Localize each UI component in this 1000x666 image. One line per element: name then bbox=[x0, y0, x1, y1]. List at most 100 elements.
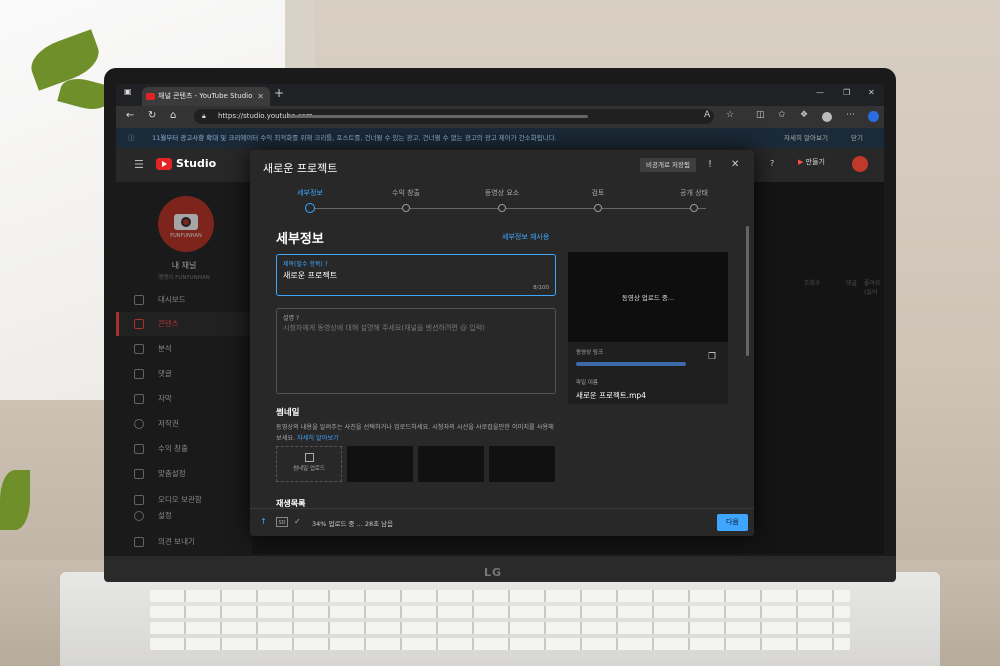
description-field[interactable]: 설명 ? 시청자에게 동영상에 대해 설명해 주세요(채널을 멘션하려면 @ 입… bbox=[276, 308, 556, 394]
sidebar-item-monetization[interactable]: 수익 창출 bbox=[116, 437, 252, 461]
title-field-label: 제목(필수 항목) ? bbox=[283, 261, 328, 268]
sidebar-item-dashboard[interactable]: 대시보드 bbox=[116, 288, 252, 312]
analytics-icon bbox=[134, 344, 144, 354]
video-link-blurred[interactable] bbox=[576, 362, 686, 366]
feedback-icon bbox=[134, 537, 144, 547]
filename-value: 새로운 프로젝트.mp4 bbox=[576, 391, 646, 400]
sd-badge: SD bbox=[276, 517, 288, 527]
dollar-icon bbox=[134, 444, 144, 454]
key-row bbox=[150, 622, 850, 634]
video-preview-card: 동영상 업로드 중... 동영상 링크 ❐ 파일 이름 새로운 프로젝트.mp4 bbox=[568, 252, 728, 404]
sidebar-item-label: 설정 bbox=[158, 511, 172, 520]
banner-more-link[interactable]: 자세히 알아보기 bbox=[784, 128, 828, 148]
auto-thumbnail-2[interactable] bbox=[418, 446, 484, 482]
create-button[interactable]: ▶︎ 만들기 bbox=[798, 157, 825, 167]
dialog-scrollbar[interactable] bbox=[746, 226, 749, 356]
thumbnail-upload-button[interactable]: 썸네일 업로드 bbox=[276, 446, 342, 482]
minimize-button[interactable]: — bbox=[816, 88, 824, 97]
back-icon[interactable]: ← bbox=[126, 110, 134, 121]
sidebar-item-subtitles[interactable]: 자막 bbox=[116, 387, 252, 411]
sidebar-item-analytics[interactable]: 분석 bbox=[116, 337, 252, 361]
info-banner: ⓘ 11월부터 광고사항 확대 및 크리에이터 수익 최적화를 위해 크리틀, … bbox=[116, 128, 884, 148]
step-visibility[interactable]: 공개 상태 bbox=[680, 188, 708, 198]
new-tab-button[interactable]: + bbox=[274, 86, 284, 100]
copyright-icon bbox=[134, 419, 144, 429]
sidebar-item-copyright[interactable]: 저작권 bbox=[116, 412, 252, 436]
create-button-label: 만들기 bbox=[805, 158, 825, 166]
account-avatar[interactable] bbox=[852, 156, 868, 172]
section-title: 세부정보 bbox=[276, 232, 324, 247]
help-icon[interactable]: ? bbox=[296, 315, 299, 322]
dashboard-icon bbox=[134, 295, 144, 305]
reuse-details-link[interactable]: 세부정보 재사용 bbox=[502, 232, 549, 242]
dialog-title: 새로운 프로젝트 bbox=[263, 162, 338, 175]
description-placeholder: 시청자에게 동영상에 대해 설명해 주세요(채널을 멘션하려면 @ 입력) bbox=[283, 324, 485, 332]
split-screen-icon[interactable]: ◫ bbox=[756, 110, 765, 120]
step-video-elements[interactable]: 동영상 요소 bbox=[485, 188, 519, 198]
address-bar: ← ↻ ⌂ 🔒︎ https://studio.youtube.com A ☆ … bbox=[116, 106, 884, 128]
lock-icon: 🔒︎ bbox=[202, 112, 206, 120]
menu-icon[interactable]: ☰ bbox=[134, 158, 144, 171]
window-close-button[interactable]: ✕ bbox=[868, 88, 875, 97]
profile-icon[interactable] bbox=[822, 112, 832, 122]
filename-label: 파일 이름 bbox=[576, 380, 598, 386]
sidebar-item-label: 콘텐츠 bbox=[158, 319, 179, 328]
help-icon[interactable]: ? bbox=[325, 261, 328, 268]
stepper-line bbox=[310, 208, 706, 209]
sidebar-item-settings[interactable]: 설정 bbox=[116, 504, 252, 528]
youtube-logo-icon[interactable] bbox=[156, 158, 172, 170]
read-aloud-icon[interactable]: A bbox=[704, 110, 710, 120]
video-camera-icon: ▶︎ bbox=[798, 158, 804, 166]
key-row bbox=[150, 638, 850, 650]
studio-logo-text[interactable]: Studio bbox=[176, 157, 216, 170]
sidebar-item-feedback[interactable]: 의견 보내기 bbox=[116, 530, 252, 554]
video-link-label: 동영상 링크 bbox=[576, 350, 604, 356]
auto-thumbnail-3[interactable] bbox=[489, 446, 555, 482]
favorites-bar-icon[interactable]: ✩ bbox=[778, 110, 786, 120]
browser-tab[interactable]: 채널 콘텐츠 - YouTube Studio ✕ bbox=[142, 87, 270, 106]
copy-icon[interactable]: ❐ bbox=[708, 352, 716, 362]
image-upload-icon bbox=[304, 453, 314, 462]
tab-close-icon[interactable]: ✕ bbox=[257, 87, 264, 106]
sidebar-item-comments[interactable]: 댓글 bbox=[116, 362, 252, 386]
sidebar-item-label: 자막 bbox=[158, 394, 172, 403]
upload-dialog: 새로운 프로젝트 비공개로 저장됨 ! ✕ 세부정보 수익 창출 동영상 요소 … bbox=[250, 150, 754, 536]
laptop-keyboard-deck bbox=[60, 572, 940, 666]
column-header-views: 조회수 bbox=[804, 280, 821, 287]
favorite-icon[interactable]: ☆ bbox=[726, 110, 734, 120]
channel-avatar[interactable]: FUNFUNHAN bbox=[158, 196, 214, 252]
banner-close-link[interactable]: 닫기 bbox=[851, 128, 863, 148]
help-icon[interactable]: ? bbox=[770, 159, 774, 168]
step-review[interactable]: 검토 bbox=[592, 188, 605, 198]
comments-icon bbox=[134, 369, 144, 379]
maximize-button[interactable]: ❐ bbox=[843, 88, 850, 97]
banner-message: 11월부터 광고사항 확대 및 크리에이터 수익 최적화를 위해 크리틀, 포스… bbox=[152, 134, 557, 142]
sidebar-item-label: 댓글 bbox=[158, 369, 172, 378]
next-button[interactable]: 다음 bbox=[717, 514, 748, 531]
thumbnail-learn-more-link[interactable]: 자세히 알아보기 bbox=[297, 435, 339, 442]
thumbnail-description: 동영상의 내용을 알려주는 사진을 선택하거나 업로드하세요. 시청자의 시선을… bbox=[276, 424, 554, 442]
close-icon[interactable]: ✕ bbox=[731, 159, 739, 170]
title-field[interactable]: 제목(필수 항목) ? 새로운 프로젝트 8/100 bbox=[276, 254, 556, 296]
extensions-icon[interactable]: ❖ bbox=[800, 110, 808, 120]
url-field[interactable]: 🔒︎ https://studio.youtube.com bbox=[194, 109, 714, 124]
content-icon bbox=[134, 319, 144, 329]
auto-thumbnail-1[interactable] bbox=[347, 446, 413, 482]
info-icon: ⓘ bbox=[128, 134, 135, 142]
sidebar-item-customization[interactable]: 맞춤설정 bbox=[116, 462, 252, 486]
step-dot-visibility bbox=[690, 204, 698, 212]
tab-actions-icon[interactable]: ▣ bbox=[124, 87, 132, 96]
column-header-likes: 좋아요(싫어 bbox=[864, 280, 881, 296]
more-menu-icon[interactable]: ⋯ bbox=[846, 110, 855, 120]
step-monetization[interactable]: 수익 창출 bbox=[392, 188, 420, 198]
title-field-value: 새로운 프로젝트 bbox=[283, 271, 338, 280]
sidebar-item-content[interactable]: 콘텐츠 bbox=[116, 312, 252, 336]
step-details[interactable]: 세부정보 bbox=[297, 188, 323, 198]
bing-icon[interactable] bbox=[868, 111, 879, 122]
feedback-icon[interactable]: ! bbox=[708, 159, 712, 170]
home-icon[interactable]: ⌂ bbox=[170, 110, 176, 121]
title-char-count: 8/100 bbox=[533, 285, 549, 291]
upload-progress-status: 34% 업로드 중 ... 28초 남음 bbox=[312, 520, 394, 528]
upload-icon: ↑ bbox=[260, 517, 267, 526]
reload-icon[interactable]: ↻ bbox=[148, 110, 156, 121]
